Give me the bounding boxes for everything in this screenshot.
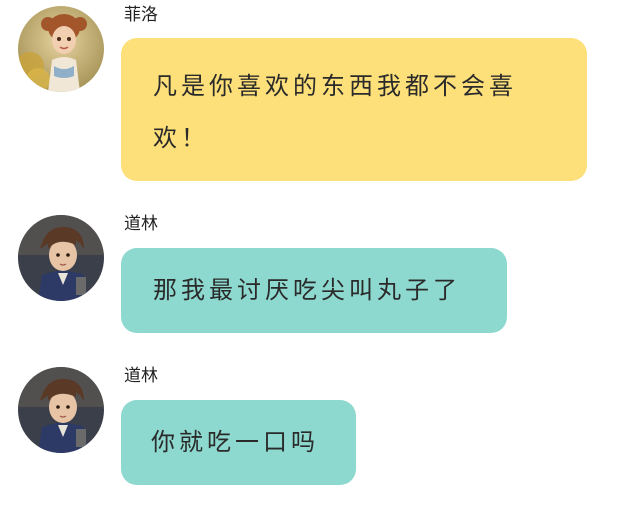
message-text: 凡是你喜欢的东西我都不会喜欢！ (153, 72, 517, 152)
message-bubble[interactable]: 凡是你喜欢的东西我都不会喜欢！ (121, 38, 587, 181)
sender-name: 道林 (124, 214, 158, 234)
boy-avatar-icon (18, 367, 104, 453)
girl-avatar-icon (18, 6, 104, 92)
sender-name: 道林 (124, 366, 158, 386)
sender-avatar-daolin[interactable] (18, 367, 104, 453)
message-text: 那我最讨厌吃尖叫丸子了 (153, 276, 461, 304)
message-text: 你就吃一口吗 (151, 428, 319, 456)
sender-name: 菲洛 (124, 5, 158, 25)
boy-avatar-icon (18, 215, 104, 301)
message-bubble[interactable]: 那我最讨厌吃尖叫丸子了 (121, 248, 507, 333)
message-bubble[interactable]: 你就吃一口吗 (121, 400, 356, 485)
sender-avatar-daolin[interactable] (18, 215, 104, 301)
sender-avatar-feiluo[interactable] (18, 6, 104, 92)
